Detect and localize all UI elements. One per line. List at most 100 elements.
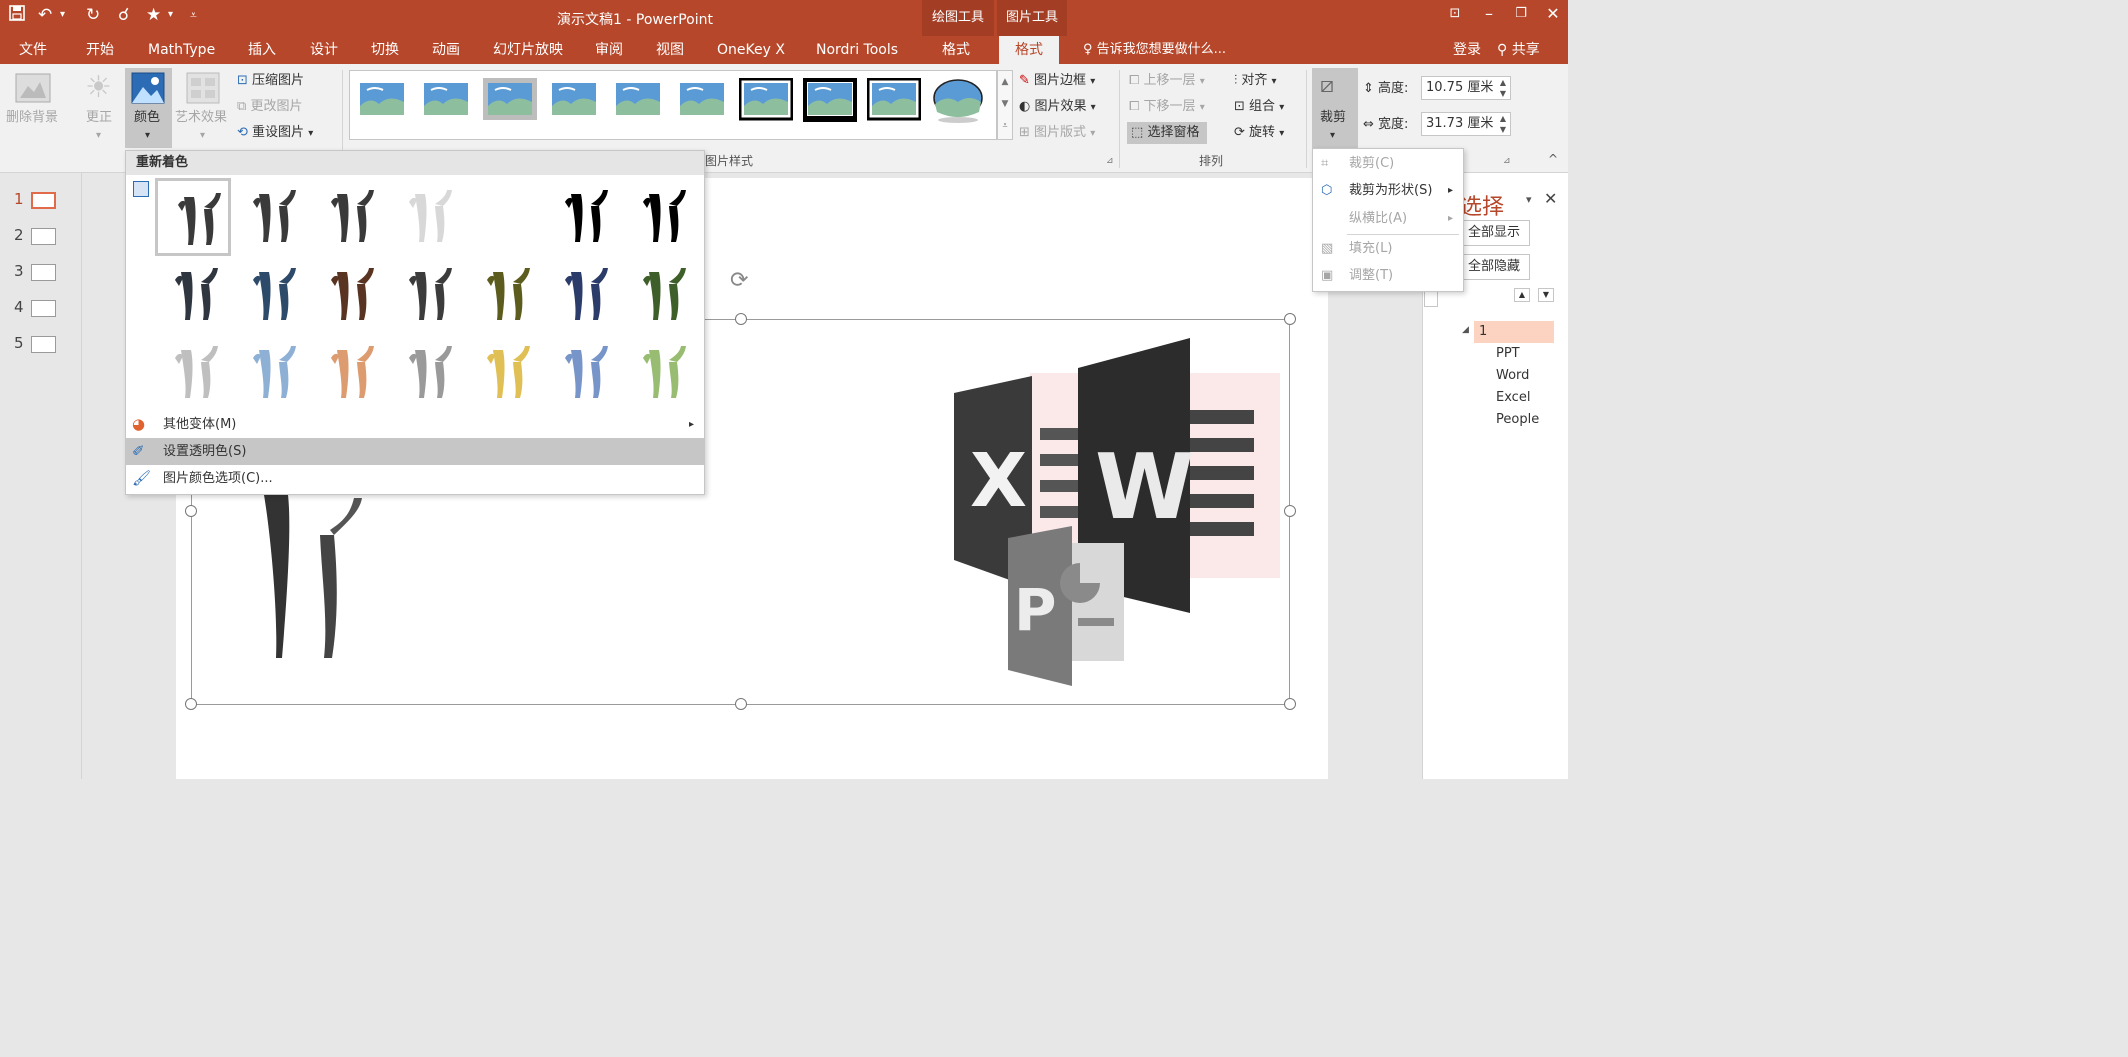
set-transparent-item[interactable]: ✐ 设置透明色(S)	[126, 438, 704, 465]
crop-button[interactable]: ⧄ 裁剪 ▾	[1312, 68, 1358, 148]
tab-nordri[interactable]: Nordri Tools	[816, 41, 898, 59]
tab-mathtype[interactable]: MathType	[148, 41, 215, 59]
picture-style-option[interactable]	[483, 78, 537, 124]
tell-me-box[interactable]: ♀ 告诉我您想要做什么...	[1083, 41, 1226, 59]
selection-pane-button[interactable]: ⬚ 选择窗格	[1127, 122, 1208, 144]
picture-style-option[interactable]	[931, 78, 985, 124]
collapse-ribbon-icon[interactable]: ^	[1548, 152, 1558, 166]
recolor-option[interactable]	[467, 178, 543, 256]
compress-button[interactable]: ⊡ 压缩图片	[237, 73, 304, 89]
color-options-item[interactable]: 🖌 图片颜色选项(C)...	[126, 465, 704, 492]
slide-thumbnail[interactable]	[31, 300, 56, 317]
recolor-option[interactable]	[389, 256, 465, 334]
office-icons-image[interactable]: X W P	[950, 338, 1285, 688]
gallery-down-icon[interactable]: ▼	[998, 93, 1012, 115]
recolor-option[interactable]	[467, 256, 543, 334]
tab-home[interactable]: 开始	[86, 41, 114, 59]
styles-launcher-icon[interactable]: ⊿	[1106, 156, 1114, 166]
show-all-button[interactable]: 全部显示	[1458, 220, 1530, 246]
gallery-up-icon[interactable]: ▲	[998, 71, 1012, 93]
slide-thumbnail[interactable]	[31, 192, 56, 209]
height-input[interactable]: 10.75 厘米 ▲ ▼	[1421, 76, 1511, 100]
crop-to-shape-item[interactable]: ⬡ 裁剪为形状(S) ▸	[1313, 177, 1463, 204]
slide-thumbnail[interactable]	[31, 336, 56, 353]
tab-design[interactable]: 设计	[310, 41, 338, 59]
group-button[interactable]: ⊡ 组合 ▾	[1234, 99, 1284, 116]
picture-layout-button[interactable]: ⊞ 图片版式 ▾	[1019, 125, 1095, 142]
resize-handle[interactable]	[185, 505, 197, 517]
minimize-icon[interactable]: –	[1478, 4, 1500, 24]
slide-thumbnail[interactable]	[31, 228, 56, 245]
change-picture-button[interactable]: ⧉ 更改图片	[237, 99, 302, 115]
picture-style-option[interactable]	[611, 78, 665, 124]
slide-thumbnail[interactable]	[31, 264, 56, 281]
gallery-scroll[interactable]: ▲ ▼ ⩡	[997, 70, 1013, 140]
recolor-option[interactable]	[233, 256, 309, 334]
resize-handle[interactable]	[1284, 505, 1296, 517]
width-spinner-icon[interactable]: ▲ ▼	[1500, 113, 1506, 135]
picture-style-option[interactable]	[355, 78, 409, 124]
recolor-option[interactable]	[467, 334, 543, 412]
selection-item[interactable]: Excel	[1496, 390, 1530, 405]
tab-animations[interactable]: 动画	[432, 41, 460, 59]
picture-border-button[interactable]: ✎ 图片边框 ▾	[1019, 73, 1095, 90]
no-recolor-icon[interactable]	[133, 181, 149, 197]
picture-effects-button[interactable]: ◐ 图片效果 ▾	[1019, 99, 1096, 116]
tab-picture-format[interactable]: 格式	[999, 36, 1059, 64]
collapse-tree-icon[interactable]: ◢	[1462, 325, 1469, 335]
fill-item[interactable]: ▧ 填充(L)	[1313, 235, 1463, 262]
tab-review[interactable]: 审阅	[595, 41, 623, 59]
bring-forward-button[interactable]: ⧠ 上移一层 ▾	[1129, 73, 1205, 90]
more-variations-item[interactable]: ◕ 其他变体(M) ▸	[126, 411, 704, 438]
picture-style-option[interactable]	[675, 78, 729, 124]
recolor-option[interactable]	[311, 256, 387, 334]
recolor-option[interactable]	[623, 178, 699, 256]
tab-transitions[interactable]: 切换	[371, 41, 399, 59]
rotate-handle-icon[interactable]: ⟳	[730, 270, 748, 292]
tab-insert[interactable]: 插入	[248, 41, 276, 59]
recolor-option[interactable]	[545, 256, 621, 334]
picture-style-option[interactable]	[739, 78, 793, 124]
resize-handle[interactable]	[1284, 698, 1296, 710]
width-input[interactable]: 31.73 厘米 ▲ ▼	[1421, 112, 1511, 136]
send-backward-pane-icon[interactable]: ▼	[1538, 288, 1554, 302]
pane-options-icon[interactable]: ▾	[1526, 193, 1532, 206]
recolor-option[interactable]	[389, 178, 465, 256]
recolor-option[interactable]	[311, 178, 387, 256]
selection-group-item[interactable]: 1	[1474, 321, 1554, 343]
artistic-dropdown-icon[interactable]: ▾	[200, 128, 205, 144]
tab-view[interactable]: 视图	[656, 41, 684, 59]
tab-file[interactable]: 文件	[19, 41, 47, 59]
picture-style-option[interactable]	[803, 78, 857, 124]
close-pane-icon[interactable]: ✕	[1544, 189, 1557, 208]
resize-handle[interactable]	[735, 313, 747, 325]
picture-style-option[interactable]	[547, 78, 601, 124]
rotate-button[interactable]: ⟳ 旋转 ▾	[1234, 125, 1284, 142]
recolor-option[interactable]	[155, 256, 231, 334]
corrections-dropdown-icon[interactable]: ▾	[96, 128, 101, 144]
artistic-effects-button[interactable]: 艺术效果	[175, 110, 227, 126]
reset-picture-button[interactable]: ⟲ 重设图片 ▾	[237, 125, 313, 142]
close-window-icon[interactable]: ✕	[1542, 4, 1564, 24]
height-spinner-icon[interactable]: ▲ ▼	[1500, 77, 1506, 99]
selection-item[interactable]: Word	[1496, 368, 1529, 383]
remove-bg-button[interactable]: 删除背景	[6, 110, 58, 126]
recolor-option[interactable]	[311, 334, 387, 412]
scroll-thumb[interactable]	[1424, 291, 1438, 307]
picture-style-option[interactable]	[419, 78, 473, 124]
tab-slideshow[interactable]: 幻灯片放映	[493, 41, 563, 59]
recolor-option[interactable]	[233, 334, 309, 412]
tab-drawing-format[interactable]: 格式	[942, 41, 970, 59]
recolor-option[interactable]	[623, 334, 699, 412]
ribbon-display-icon[interactable]: ⊡	[1444, 4, 1466, 24]
resize-handle[interactable]	[735, 698, 747, 710]
color-button[interactable]: 颜色 ▾	[125, 68, 172, 148]
bring-forward-pane-icon[interactable]: ▲	[1514, 288, 1530, 302]
size-launcher-icon[interactable]: ⊿	[1503, 156, 1511, 166]
send-backward-button[interactable]: ⧠ 下移一层 ▾	[1129, 99, 1205, 116]
recolor-option[interactable]	[545, 334, 621, 412]
resize-handle[interactable]	[185, 698, 197, 710]
recolor-option[interactable]	[155, 334, 231, 412]
selection-item[interactable]: People	[1496, 412, 1539, 427]
recolor-option[interactable]	[155, 178, 231, 256]
